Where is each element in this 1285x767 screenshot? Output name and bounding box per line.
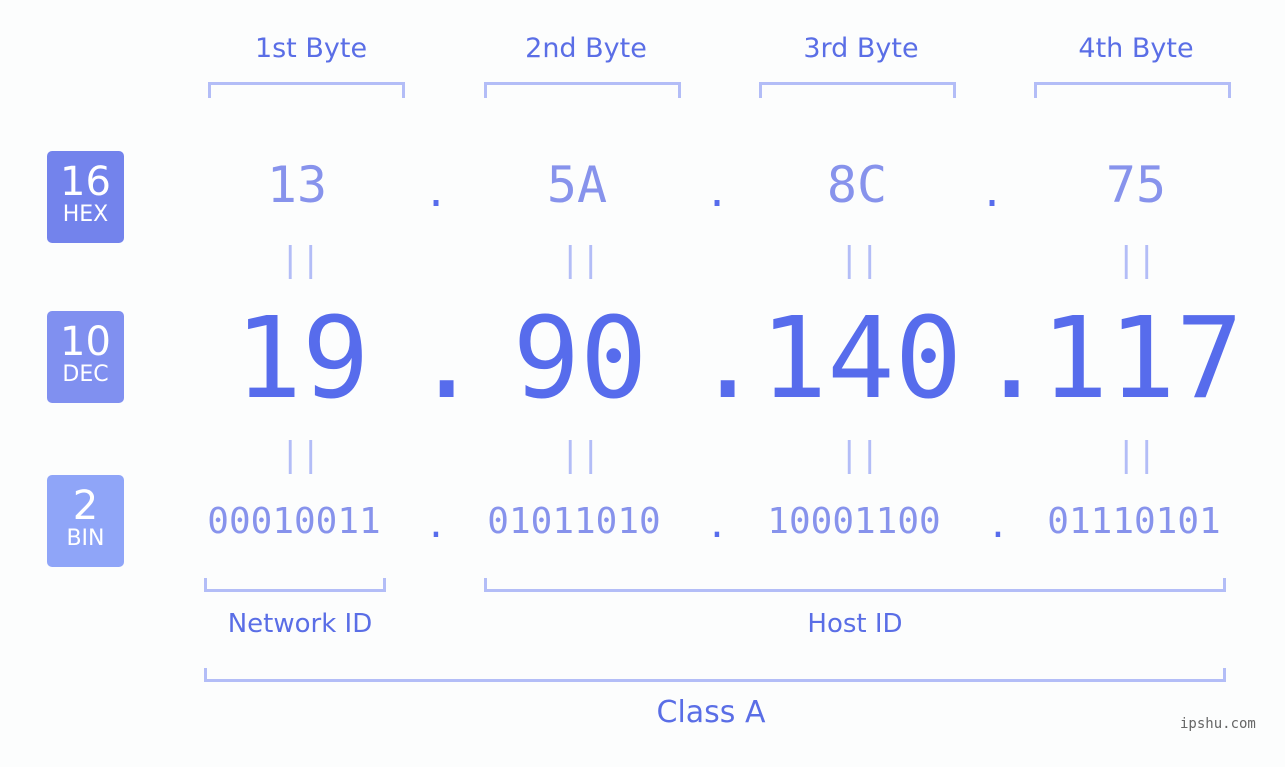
byte-label-2: 2nd Byte (525, 33, 647, 64)
equals-sign: || (1116, 240, 1157, 280)
bin-byte-3: 10001100 (767, 501, 941, 542)
dec-label: DEC (62, 362, 109, 387)
equals-sign: || (1116, 435, 1157, 475)
hex-byte-2: 5A (546, 156, 608, 214)
dec-base: 10 (60, 319, 111, 365)
bin-base: 2 (72, 483, 99, 529)
byte-bracket-2 (484, 82, 681, 98)
bin-dot-3: . (987, 505, 1009, 546)
dec-byte-2: 90 (512, 294, 648, 424)
network-id-label: Network ID (227, 609, 373, 639)
dec-dot-3: . (978, 294, 1046, 424)
hex-byte-3: 8C (826, 156, 888, 214)
byte-label-1: 1st Byte (254, 33, 368, 64)
dec-byte-1: 19 (234, 294, 370, 424)
network-id-bracket (204, 578, 386, 592)
dec-byte-3: 140 (759, 294, 963, 424)
byte-bracket-1 (208, 82, 405, 98)
hex-dot-2: . (704, 170, 730, 216)
class-label: Class A (656, 695, 766, 730)
byte-bracket-3 (759, 82, 956, 98)
byte-label-3: 3rd Byte (803, 33, 919, 64)
bin-label: BIN (66, 526, 105, 551)
equals-sign: || (839, 435, 880, 475)
class-bracket (204, 668, 1226, 682)
bin-byte-1: 00010011 (207, 501, 381, 542)
equals-sign: || (560, 435, 601, 475)
equals-sign: || (560, 240, 601, 280)
dec-dot-2: . (694, 294, 762, 424)
byte-label-4: 4th Byte (1078, 33, 1194, 64)
hex-dot-3: . (979, 170, 1005, 216)
hex-badge: 16 HEX (47, 151, 124, 243)
hex-byte-1: 13 (266, 156, 328, 214)
host-id-bracket (484, 578, 1226, 592)
hex-dot-1: . (423, 170, 449, 216)
dec-dot-1: . (413, 294, 481, 424)
bin-dot-1: . (425, 505, 447, 546)
watermark: ipshu.com (1180, 716, 1256, 732)
bin-byte-2: 01011010 (487, 501, 661, 542)
hex-byte-4: 75 (1105, 156, 1167, 214)
equals-sign: || (280, 240, 321, 280)
host-id-label: Host ID (807, 609, 903, 639)
bin-byte-4: 01110101 (1047, 501, 1221, 542)
equals-sign: || (839, 240, 880, 280)
hex-base: 16 (60, 159, 111, 205)
bin-dot-2: . (706, 505, 728, 546)
equals-sign: || (280, 435, 321, 475)
bin-badge: 2 BIN (47, 475, 124, 567)
dec-badge: 10 DEC (47, 311, 124, 403)
byte-bracket-4 (1034, 82, 1231, 98)
hex-label: HEX (62, 202, 109, 227)
